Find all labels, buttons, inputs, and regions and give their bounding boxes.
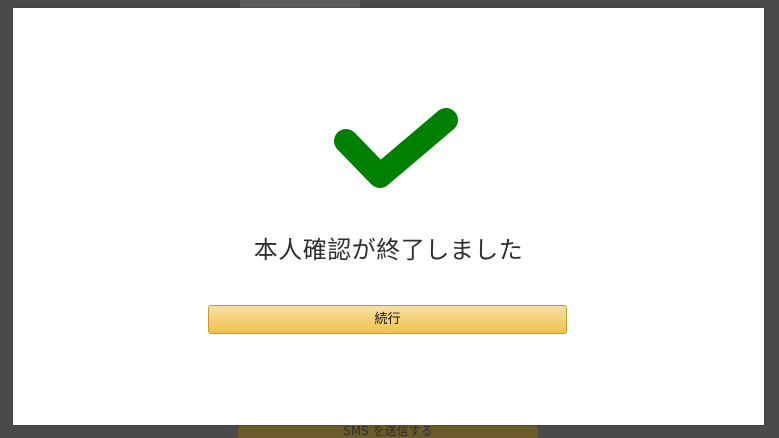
continue-button[interactable]: 続行 (208, 305, 567, 334)
verification-complete-modal: 本人確認が終了しました 続行 (13, 8, 764, 425)
verification-complete-title: 本人確認が終了しました (253, 236, 524, 264)
background-header-block (240, 0, 360, 8)
background-sms-button: SMS を送信する (238, 425, 538, 438)
check-icon (334, 108, 458, 188)
